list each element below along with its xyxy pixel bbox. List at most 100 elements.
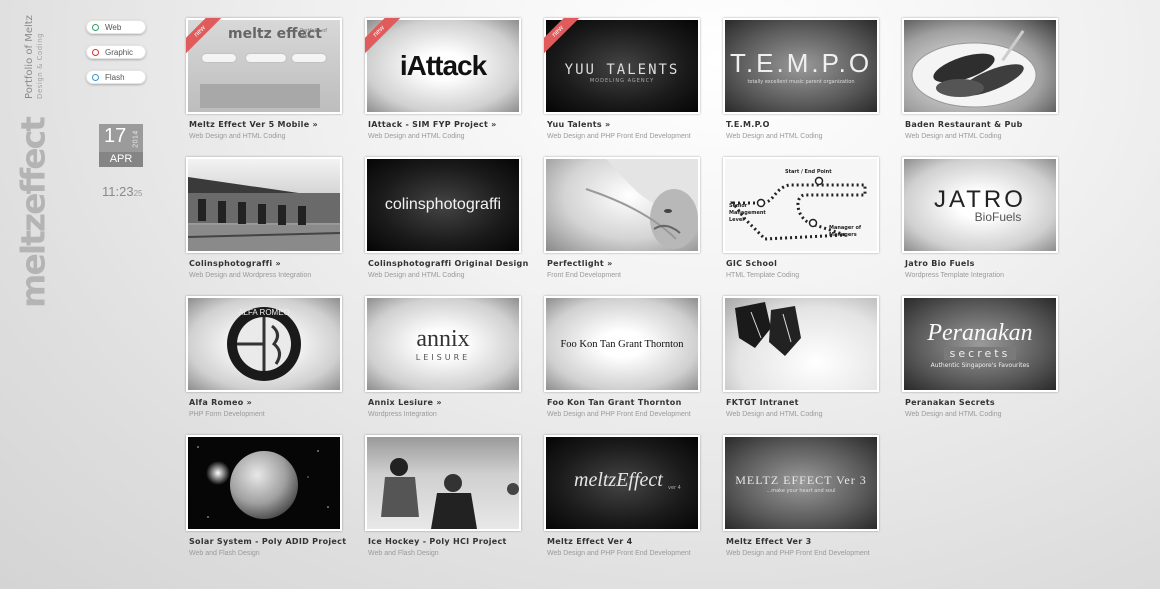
svg-text:ALFA ROMEO: ALFA ROMEO (238, 308, 290, 317)
project-thumbnail[interactable]: meltzEffect ver 4 (544, 435, 700, 531)
project-description: Wordpress Template Integration (905, 272, 1004, 279)
filter-web-label: Web (105, 22, 122, 32)
project-description: Web Design and HTML Coding (726, 133, 823, 140)
brand-subtitle: Portfolio of Meltz (24, 15, 35, 99)
project-description: Web Design and PHP Front End Development (547, 133, 691, 140)
filter-flash-button[interactable]: Flash (86, 70, 146, 84)
project-thumbnail[interactable] (365, 435, 521, 531)
project-thumbnail[interactable]: Foo Kon Tan Grant Thornton (544, 296, 700, 392)
brand-subtitle-block: Portfolio of Meltz Design & Coding (20, 14, 50, 100)
fktgt-logo-icon: Foo Kon Tan Grant Thornton (546, 298, 698, 390)
project-description: Web Design and PHP Front End Development (547, 411, 691, 418)
project-thumbnail[interactable] (544, 157, 700, 253)
project-title[interactable]: Meltz Effect Ver 4 (547, 537, 723, 546)
project-title[interactable]: Yuu Talents » (547, 120, 723, 129)
meltz-effect-v4-logo-icon: meltzEffect ver 4 (546, 437, 698, 529)
project-thumbnail[interactable]: new iAttack (365, 18, 521, 114)
project-card[interactable]: meltzEffect ver 4 Meltz Effect Ver 4 Web… (544, 435, 723, 574)
project-title[interactable]: Solar System - Poly ADID Project (189, 537, 365, 546)
iattack-logo-icon: iAttack (367, 20, 519, 112)
project-card[interactable]: Start / End Point Senior Management Leve… (723, 157, 902, 296)
filter-web-button[interactable]: Web (86, 20, 146, 34)
project-title[interactable]: Colinsphotograffi » (189, 259, 365, 268)
date-year: 2014 (132, 130, 140, 148)
project-card[interactable]: FKTGT Intranet Web Design and HTML Codin… (723, 296, 902, 435)
alfa-romeo-badge-icon: ALFA ROMEO (188, 298, 340, 390)
planet-icon (188, 437, 340, 529)
project-title[interactable]: FKTGT Intranet (726, 398, 902, 407)
project-card[interactable]: JATRO BioFuels Jatro Bio Fuels Wordpress… (902, 157, 1081, 296)
project-thumbnail[interactable]: ALFA ROMEO (186, 296, 342, 392)
project-card[interactable]: new iAttack IAttack - SIM FYP Project » … (365, 18, 544, 157)
project-title[interactable]: GIC School (726, 259, 902, 268)
project-card[interactable]: Perfectlight » Front End Development (544, 157, 723, 296)
project-title[interactable]: Foo Kon Tan Grant Thornton (547, 398, 723, 407)
project-description: Web Design and HTML Coding (726, 411, 823, 418)
project-title[interactable]: Colinsphotograffi Original Design (368, 259, 544, 268)
website-screenshot-icon: meltz effect Portfolio of Meltz (188, 20, 340, 112)
date-day: 17 (104, 125, 127, 147)
project-title[interactable]: Jatro Bio Fuels (905, 259, 1081, 268)
project-description: PHP Form Development (189, 411, 265, 418)
project-thumbnail[interactable]: T.E.M.P.O totally excellent music parent… (723, 18, 879, 114)
project-description: Web Design and HTML Coding (368, 272, 465, 279)
project-title[interactable]: Meltz Effect Ver 5 Mobile » (189, 120, 365, 129)
clock-seconds: 25 (133, 189, 143, 198)
project-description: Web Design and HTML Coding (905, 133, 1002, 140)
project-card[interactable]: Solar System - Poly ADID Project Web and… (186, 435, 365, 574)
circle-icon (92, 73, 99, 81)
circle-icon (92, 23, 99, 31)
project-thumbnail[interactable]: new meltz effect Portfolio of Meltz (186, 18, 342, 114)
project-card[interactable]: T.E.M.P.O totally excellent music parent… (723, 18, 902, 157)
brand-tagline: Design & Coding (36, 32, 44, 99)
project-thumbnail[interactable]: JATRO BioFuels (902, 157, 1058, 253)
project-title[interactable]: Baden Restaurant & Pub (905, 120, 1081, 129)
path-diagram-icon: Start / End Point Senior Management Leve… (725, 159, 877, 251)
project-thumbnail[interactable]: annix LEISURE (365, 296, 521, 392)
project-title[interactable]: Meltz Effect Ver 3 (726, 537, 902, 546)
meltz-effect-v3-logo-icon: MELTZ EFFECT Ver 3 ...make your heart an… (725, 437, 877, 529)
project-description: Web and Flash Design (189, 550, 260, 557)
project-title[interactable]: Annix Lesiure » (368, 398, 544, 407)
brand-logo-text: meltzeffect (13, 118, 53, 308)
brand-logo[interactable]: meltzeffect (13, 100, 53, 326)
annix-logo-icon: annix LEISURE (367, 298, 519, 390)
project-card[interactable]: Ice Hockey - Poly HCI Project Web and Fl… (365, 435, 544, 574)
filter-graphic-button[interactable]: Graphic (86, 45, 146, 59)
project-title[interactable]: Peranakan Secrets (905, 398, 1081, 407)
project-title[interactable]: Perfectlight » (547, 259, 723, 268)
project-card[interactable]: new YUU TALENTS MODELING AGENCY Yuu Tale… (544, 18, 723, 157)
project-card[interactable]: colinsphotograffi Colinsphotograffi Orig… (365, 157, 544, 296)
project-description: Web Design and HTML Coding (368, 133, 465, 140)
project-card[interactable]: Peranakan secrets Authentic Singapore's … (902, 296, 1081, 435)
filter-graphic-label: Graphic (105, 47, 134, 57)
project-title[interactable]: T.E.M.P.O (726, 120, 902, 129)
date-badge: 17 2014 APR (99, 124, 143, 167)
project-thumbnail[interactable]: Peranakan secrets Authentic Singapore's … (902, 296, 1058, 392)
project-title[interactable]: Ice Hockey - Poly HCI Project (368, 537, 544, 546)
project-card[interactable]: Colinsphotograffi » Web Design and Wordp… (186, 157, 365, 296)
project-title[interactable]: Alfa Romeo » (189, 398, 365, 407)
project-card[interactable]: ALFA ROMEO Alfa Romeo » PHP Form Develop… (186, 296, 365, 435)
project-thumbnail[interactable] (186, 157, 342, 253)
peranakan-logo-icon: Peranakan secrets Authentic Singapore's … (904, 298, 1056, 390)
project-thumbnail[interactable]: Start / End Point Senior Management Leve… (723, 157, 879, 253)
project-thumbnail[interactable]: new YUU TALENTS MODELING AGENCY (544, 18, 700, 114)
project-title[interactable]: IAttack - SIM FYP Project » (368, 120, 544, 129)
project-thumbnail[interactable]: colinsphotograffi (365, 157, 521, 253)
project-description: Web Design and HTML Coding (905, 411, 1002, 418)
project-card[interactable]: annix LEISURE Annix Lesiure » Wordpress … (365, 296, 544, 435)
project-description: Web Design and PHP Front End Development (547, 550, 691, 557)
project-thumbnail[interactable] (186, 435, 342, 531)
project-thumbnail[interactable] (902, 18, 1058, 114)
project-card[interactable]: MELTZ EFFECT Ver 3 ...make your heart an… (723, 435, 902, 574)
clock-time: 11:23 (102, 184, 134, 199)
project-thumbnail[interactable] (723, 296, 879, 392)
project-thumbnail[interactable]: MELTZ EFFECT Ver 3 ...make your heart an… (723, 435, 879, 531)
project-description: HTML Template Coding (726, 272, 800, 279)
project-description: Web Design and Wordpress Integration (189, 272, 312, 279)
project-card[interactable]: Foo Kon Tan Grant Thornton Foo Kon Tan G… (544, 296, 723, 435)
project-card[interactable]: Baden Restaurant & Pub Web Design and HT… (902, 18, 1081, 157)
filter-flash-label: Flash (105, 72, 125, 82)
project-card[interactable]: new meltz effect Portfolio of Meltz Melt… (186, 18, 365, 157)
